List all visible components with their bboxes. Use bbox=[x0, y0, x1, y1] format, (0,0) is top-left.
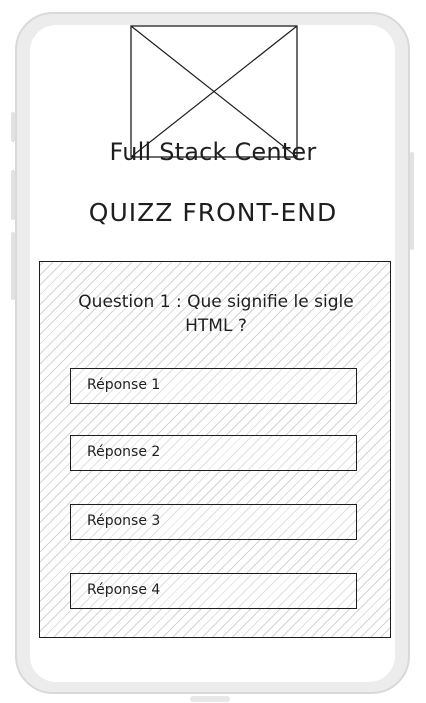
side-button-left-bottom bbox=[11, 232, 15, 300]
quiz-card: Question 1 : Que signifie le sigle HTML … bbox=[39, 261, 391, 638]
answer-option-4[interactable]: Réponse 4 bbox=[70, 573, 357, 609]
answer-option-3-label: Réponse 3 bbox=[87, 513, 161, 529]
answer-option-2[interactable]: Réponse 2 bbox=[70, 435, 357, 471]
home-indicator bbox=[190, 696, 230, 702]
brand-name: Full Stack Center bbox=[109, 138, 317, 166]
question-text: Question 1 : Que signifie le sigle HTML … bbox=[78, 292, 354, 336]
answer-option-4-label: Réponse 4 bbox=[87, 582, 161, 598]
answer-option-3[interactable]: Réponse 3 bbox=[70, 504, 357, 540]
answer-option-2-label: Réponse 2 bbox=[87, 444, 161, 460]
page-title: QUIZZ FRONT-END bbox=[88, 198, 338, 227]
answer-option-1[interactable]: Réponse 1 bbox=[70, 368, 357, 404]
app-root: Full Stack Center QUIZZ FRONT-END Questi… bbox=[0, 0, 426, 703]
answer-option-1-label: Réponse 1 bbox=[87, 377, 161, 393]
